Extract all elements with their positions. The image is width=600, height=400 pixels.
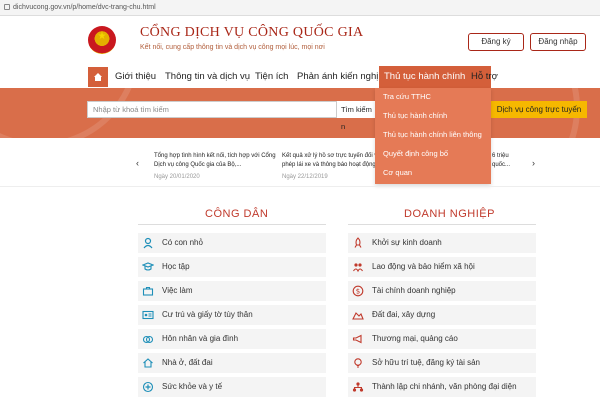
login-button[interactable]: Đăng nhập xyxy=(530,33,586,51)
svg-text:$: $ xyxy=(356,288,360,296)
dropdown-item-co-quan[interactable]: Cơ quan xyxy=(383,168,412,177)
citizen-title-rule xyxy=(138,224,326,225)
register-button[interactable]: Đăng ký xyxy=(468,33,524,51)
nav-item-gioi-thieu[interactable]: Giới thiệu xyxy=(110,66,161,88)
land-icon xyxy=(352,312,364,320)
rocket-icon xyxy=(354,237,362,248)
business-item-lao-dong[interactable]: Lao động và bảo hiểm xã hội xyxy=(348,257,536,277)
business-item-dat-dai[interactable]: Đất đai, xây dựng xyxy=(348,305,536,325)
address-bar[interactable]: dichvucong.gov.vn/p/home/dvc-trang-chu.h… xyxy=(0,0,600,16)
dropdown-item-thu-tuc-hanh-chinh[interactable]: Thủ tục hành chính xyxy=(383,111,447,120)
business-title-rule xyxy=(348,224,536,225)
business-item-so-huu-tri-tue[interactable]: Sở hữu trí tuệ, đăng ký tài sản xyxy=(348,353,536,373)
section-divider xyxy=(0,186,600,187)
dropdown-item-quyet-dinh-cong-bo[interactable]: Quyết định công bố xyxy=(383,149,448,158)
id-card-icon xyxy=(142,310,154,320)
citizen-item-co-con-nho[interactable]: Có con nhỏ xyxy=(138,233,326,253)
citizen-item-hon-nhan[interactable]: Hôn nhân và gia đình xyxy=(138,329,326,349)
brand[interactable]: CỔNG DỊCH VỤ CÔNG QUỐC GIA Kết nối, cung… xyxy=(140,25,363,51)
citizen-item-nha-o[interactable]: Nhà ở, đất đai xyxy=(138,353,326,373)
citizen-item-cu-tru[interactable]: Cư trú và giấy tờ tùy thân xyxy=(138,305,326,325)
news-item[interactable]: Tổng hợp tình hình kết nối, tích hợp với… xyxy=(154,152,279,182)
business-item-khoi-su-kinh-doanh[interactable]: Khởi sự kinh doanh xyxy=(348,233,536,253)
workers-icon xyxy=(353,263,363,273)
news-next-icon[interactable]: › xyxy=(532,158,535,168)
site-subtitle: Kết nối, cung cấp thông tin và dịch vụ c… xyxy=(140,44,325,51)
lightbulb-icon xyxy=(354,358,362,368)
url-text: dichvucong.gov.vn/p/home/dvc-trang-chu.h… xyxy=(13,4,156,11)
business-item-chi-nhanh[interactable]: Thành lập chi nhánh, văn phòng đại diện xyxy=(348,377,536,397)
dropdown-thu-tuc-hanh-chinh: Tra cứu TTHC Thủ tục hành chính Thủ tục … xyxy=(375,88,491,184)
news-item[interactable]: 6 triệu quốc... xyxy=(492,152,522,169)
advanced-search-button[interactable]: Tìm kiếm n xyxy=(337,101,377,131)
business-item-thuong-mai[interactable]: Thương mại, quảng cáo xyxy=(348,329,536,349)
citizen-item-suc-khoe[interactable]: Sức khỏe và y tế xyxy=(138,377,326,397)
nav-item-ho-tro[interactable]: Hỗ trợ xyxy=(466,66,503,88)
citizen-item-hoc-tap[interactable]: Học tập xyxy=(138,257,326,277)
nav-item-thong-tin-dich-vu[interactable]: Thông tin và dịch vụ xyxy=(160,66,255,88)
site-header: CỔNG DỊCH VỤ CÔNG QUỐC GIA Kết nối, cung… xyxy=(0,16,600,66)
branch-icon xyxy=(352,382,364,392)
nav-item-tien-ich[interactable]: Tiện ích xyxy=(250,66,293,88)
rings-icon xyxy=(142,335,154,344)
news-prev-icon[interactable]: ‹ xyxy=(136,158,139,168)
dollar-icon: $ xyxy=(352,285,364,297)
house-icon xyxy=(143,358,153,368)
home-button[interactable] xyxy=(88,67,108,87)
business-section-title: DOANH NGHIỆP xyxy=(404,208,495,220)
main-nav: Giới thiệu Thông tin và dịch vụ Tiện ích… xyxy=(0,66,600,88)
dropdown-item-tra-cuu-tthc[interactable]: Tra cứu TTHC xyxy=(383,92,431,101)
megaphone-icon xyxy=(352,334,362,344)
citizen-item-viec-lam[interactable]: Việc làm xyxy=(138,281,326,301)
health-icon xyxy=(142,381,154,393)
graduation-cap-icon xyxy=(142,262,154,271)
baby-icon xyxy=(143,237,153,249)
site-title: CỔNG DỊCH VỤ CÔNG QUỐC GIA xyxy=(140,25,364,40)
search-input[interactable]: Nhập từ khoá tìm kiếm xyxy=(87,101,337,118)
business-item-tai-chinh[interactable]: $ Tài chính doanh nghiệp xyxy=(348,281,536,301)
online-service-button[interactable]: Dịch vụ công trực tuyến xyxy=(491,101,587,118)
national-emblem-icon[interactable] xyxy=(88,26,116,54)
dropdown-item-thu-tuc-lien-thong[interactable]: Thủ tục hành chính liên thông xyxy=(383,130,482,139)
nav-item-phan-anh-kien-nghi[interactable]: Phản ánh kiến nghị xyxy=(292,66,383,88)
briefcase-icon xyxy=(142,286,154,296)
home-icon xyxy=(94,73,102,81)
lock-icon xyxy=(4,4,10,10)
citizen-section-title: CÔNG DÂN xyxy=(205,208,269,220)
